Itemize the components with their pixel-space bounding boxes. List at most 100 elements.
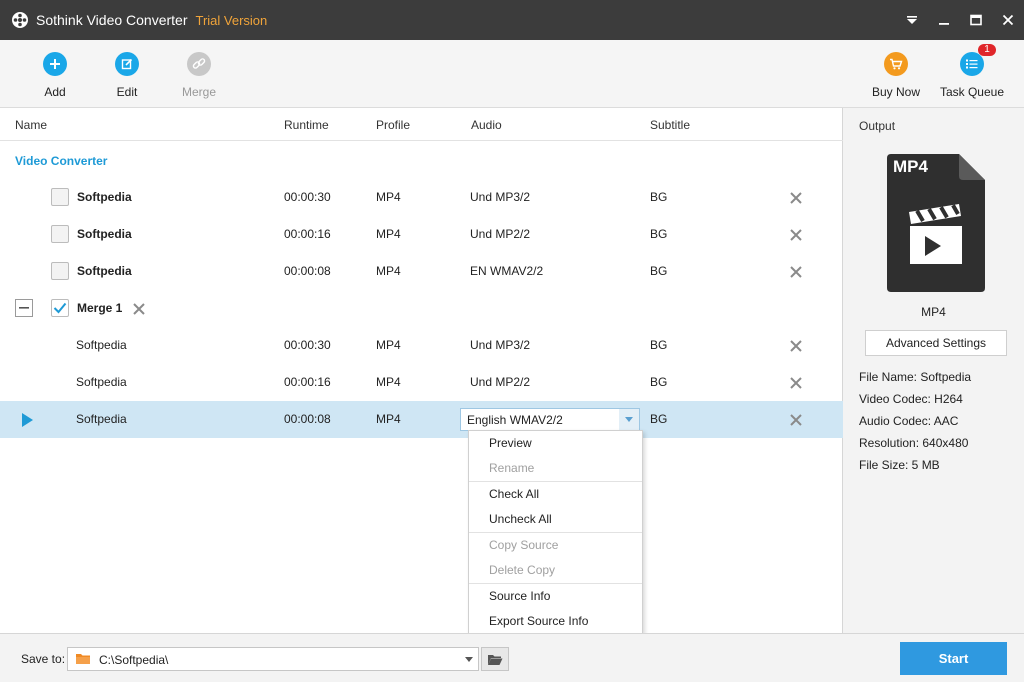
- row-audio: Und MP2/2: [470, 227, 531, 241]
- table-row[interactable]: Softpedia 00:00:16 MP4 Und MP2/2 BG: [0, 364, 843, 401]
- column-name[interactable]: Name: [15, 118, 47, 132]
- row-subtitle: BG: [650, 227, 668, 241]
- info-file-size: File Size: 5 MB: [859, 458, 940, 472]
- row-name: Softpedia: [77, 190, 132, 204]
- maximize-icon[interactable]: [960, 0, 992, 40]
- list-header: Name Runtime Profile Audio Subtitle: [0, 108, 843, 141]
- browse-folder-button[interactable]: [481, 647, 509, 671]
- row-runtime: 00:00:08: [284, 412, 331, 426]
- table-row-selected[interactable]: Softpedia 00:00:08 MP4 English WMAV2/2 B…: [0, 401, 843, 438]
- collapse-toggle[interactable]: [15, 299, 33, 317]
- merge-checkbox[interactable]: [51, 299, 69, 317]
- format-name: MP4: [921, 305, 946, 319]
- column-subtitle[interactable]: Subtitle: [650, 118, 690, 132]
- remove-icon[interactable]: [789, 413, 803, 427]
- checkmark-icon: [53, 302, 67, 314]
- row-profile: MP4: [376, 264, 401, 278]
- remove-merge-icon[interactable]: [132, 302, 146, 316]
- output-panel: Output MP4 MP4 Advanced Settings File Na…: [843, 108, 1024, 633]
- row-name: Softpedia: [76, 375, 127, 389]
- column-runtime[interactable]: Runtime: [284, 118, 329, 132]
- menu-item-rename: Rename: [489, 461, 535, 475]
- film-reel-icon: [11, 11, 29, 29]
- row-subtitle: BG: [650, 375, 668, 389]
- row-subtitle: BG: [650, 338, 668, 352]
- output-label: Output: [859, 119, 896, 133]
- advanced-settings-button[interactable]: Advanced Settings: [865, 330, 1007, 356]
- cart-icon: [884, 52, 908, 76]
- info-resolution: Resolution: 640x480: [859, 436, 969, 450]
- task-queue-button[interactable]: 1 Task Queue: [936, 44, 1008, 99]
- remove-icon[interactable]: [789, 339, 803, 353]
- add-label: Add: [44, 85, 66, 99]
- task-queue-badge: 1: [978, 44, 996, 56]
- menu-item-export-source-info[interactable]: Export Source Info: [469, 609, 642, 634]
- info-video-codec: Video Codec: H264: [859, 392, 963, 406]
- row-audio: Und MP3/2: [470, 190, 531, 204]
- context-menu: Preview Rename Check All Uncheck All Cop…: [468, 430, 643, 634]
- row-name: Softpedia: [77, 227, 132, 241]
- row-profile: MP4: [376, 338, 401, 352]
- remove-icon[interactable]: [789, 376, 803, 390]
- row-checkbox[interactable]: [51, 262, 69, 280]
- row-subtitle: BG: [650, 190, 668, 204]
- toolbar: Add Edit Merge Buy Now 1 Task Queue: [0, 40, 1024, 108]
- remove-icon[interactable]: [789, 228, 803, 242]
- menu-item-source-info[interactable]: Source Info: [469, 584, 642, 609]
- buy-now-button[interactable]: Buy Now: [860, 52, 932, 99]
- close-icon[interactable]: [992, 0, 1024, 40]
- task-queue-label: Task Queue: [939, 85, 1005, 99]
- play-icon[interactable]: [22, 413, 33, 427]
- row-audio: Und MP2/2: [470, 375, 531, 389]
- folder-icon: [76, 653, 91, 668]
- merge-button[interactable]: Merge: [163, 52, 235, 99]
- info-file-name: File Name: Softpedia: [859, 370, 972, 384]
- trial-label: Trial Version: [195, 12, 268, 28]
- table-row[interactable]: Softpedia 00:00:30 MP4 Und MP3/2 BG: [0, 327, 843, 364]
- list-icon: [960, 52, 984, 76]
- menu-item-check-all[interactable]: Check All: [469, 482, 642, 507]
- column-profile[interactable]: Profile: [376, 118, 410, 132]
- remove-icon[interactable]: [789, 191, 803, 205]
- title-bar: Sothink Video Converter Trial Version: [0, 0, 1024, 40]
- row-checkbox[interactable]: [51, 225, 69, 243]
- mp4-file-icon[interactable]: MP4: [885, 152, 987, 294]
- row-runtime: 00:00:16: [284, 375, 331, 389]
- dropdown-menu-icon[interactable]: [896, 0, 928, 40]
- row-audio: Und MP3/2: [470, 338, 531, 352]
- minimize-icon[interactable]: [928, 0, 960, 40]
- column-audio[interactable]: Audio: [471, 118, 502, 132]
- row-checkbox[interactable]: [51, 188, 69, 206]
- start-button[interactable]: Start: [900, 642, 1007, 675]
- row-audio: EN WMAV2/2: [470, 264, 544, 278]
- row-runtime: 00:00:08: [284, 264, 331, 278]
- chevron-down-icon[interactable]: [619, 409, 639, 430]
- row-subtitle: BG: [650, 412, 668, 426]
- audio-select-value: English WMAV2/2: [467, 413, 563, 427]
- section-title: Video Converter: [15, 154, 108, 168]
- add-button[interactable]: Add: [19, 52, 91, 99]
- plus-icon: [43, 52, 67, 76]
- format-badge: MP4: [893, 157, 928, 176]
- app-title: Sothink Video Converter: [36, 12, 188, 28]
- chevron-down-icon[interactable]: [465, 657, 473, 662]
- row-profile: MP4: [376, 227, 401, 241]
- menu-item-preview[interactable]: Preview: [469, 431, 642, 456]
- audio-track-select[interactable]: English WMAV2/2: [460, 408, 640, 431]
- open-folder-icon: [488, 654, 503, 665]
- info-audio-codec: Audio Codec: AAC: [859, 414, 959, 428]
- row-name: Softpedia: [76, 412, 127, 426]
- table-row[interactable]: Softpedia 00:00:08 MP4 EN WMAV2/2 BG: [0, 253, 843, 290]
- menu-item-uncheck-all[interactable]: Uncheck All: [469, 507, 642, 532]
- save-path-value: C:\Softpedia\: [99, 653, 169, 667]
- remove-icon[interactable]: [789, 265, 803, 279]
- save-path-select[interactable]: C:\Softpedia\: [67, 647, 479, 671]
- table-row[interactable]: Softpedia 00:00:30 MP4 Und MP3/2 BG: [0, 179, 843, 216]
- table-row[interactable]: Softpedia 00:00:16 MP4 Und MP2/2 BG: [0, 216, 843, 253]
- menu-item-copy-source: Copy Source: [489, 538, 559, 552]
- row-subtitle: BG: [650, 264, 668, 278]
- row-runtime: 00:00:30: [284, 190, 331, 204]
- merge-group-row[interactable]: Merge 1: [0, 290, 843, 327]
- file-list: Name Runtime Profile Audio Subtitle Vide…: [0, 108, 843, 633]
- edit-button[interactable]: Edit: [91, 52, 163, 99]
